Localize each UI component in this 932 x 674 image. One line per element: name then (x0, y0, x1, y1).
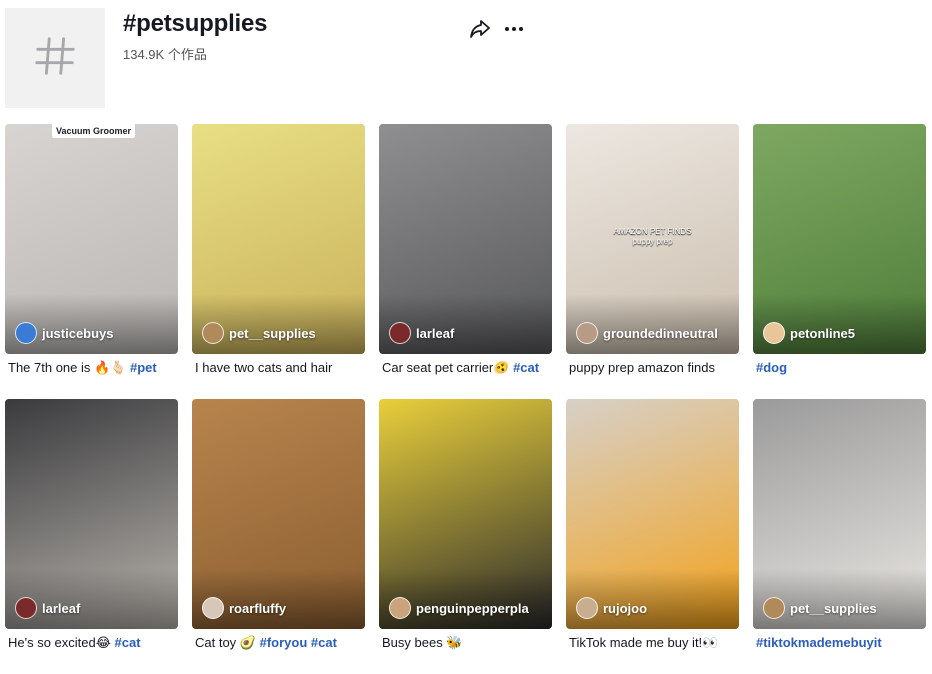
video-caption[interactable]: Car seat pet carrier🫨 #cat (382, 360, 552, 376)
video-thumbnail[interactable]: larleaf (5, 399, 178, 629)
video-card[interactable]: larleaf He's so excited😂 #cat (5, 399, 178, 674)
video-thumbnail[interactable]: roarfluffy (192, 399, 365, 629)
author-name: penguinpepperpla (416, 600, 529, 616)
video-card[interactable]: larleaf Car seat pet carrier🫨 #cat (379, 124, 552, 399)
author-name: groundedinneutral (603, 325, 718, 341)
caption-hashtag-link[interactable]: #pet (130, 360, 157, 375)
author-name: roarfluffy (229, 600, 287, 616)
caption-hashtag-link[interactable]: #cat (513, 360, 539, 375)
video-caption[interactable]: TikTok made me buy it!👀 (569, 635, 739, 651)
avatar (576, 597, 598, 619)
author-link[interactable]: pet__supplies (763, 597, 877, 619)
video-caption[interactable]: He's so excited😂 #cat (8, 635, 178, 651)
page-title: #petsupplies (123, 10, 268, 37)
more-options-button[interactable] (501, 16, 527, 42)
video-caption[interactable]: I have two cats and hair (195, 360, 365, 375)
avatar (15, 322, 37, 344)
author-link[interactable]: penguinpepperpla (389, 597, 529, 619)
video-thumbnail[interactable]: larleaf (379, 124, 552, 354)
caption-text: Car seat pet carrier🫨 (382, 360, 514, 375)
author-link[interactable]: justicebuys (15, 322, 114, 344)
caption-hashtag-link[interactable]: #cat (115, 635, 141, 650)
author-link[interactable]: rujojoo (576, 597, 647, 619)
avatar (202, 322, 224, 344)
post-count: 134.9K 个作品 (123, 47, 207, 62)
hashtag-icon (32, 33, 78, 84)
more-icon (501, 27, 527, 46)
video-card[interactable]: roarfluffy Cat toy 🥑 #foryou #cat (192, 399, 365, 674)
avatar (389, 597, 411, 619)
author-name: larleaf (42, 600, 81, 616)
avatar (202, 597, 224, 619)
video-card[interactable]: AMAZON PET FINDS puppy prep groundedinne… (566, 124, 739, 399)
tag-header: #petsupplies 134.9K 个作品 (5, 8, 925, 108)
video-thumbnail[interactable]: pet__supplies (192, 124, 365, 354)
avatar (389, 322, 411, 344)
video-thumbnail[interactable]: AMAZON PET FINDS puppy prep groundedinne… (566, 124, 739, 354)
video-thumbnail[interactable]: penguinpepperpla (379, 399, 552, 629)
video-card[interactable]: penguinpepperpla Busy bees 🐝 (379, 399, 552, 674)
caption-text: I have two cats and hair (195, 360, 333, 375)
video-thumbnail[interactable]: pet__supplies (753, 399, 926, 629)
share-icon (467, 20, 493, 46)
author-name: pet__supplies (229, 325, 316, 341)
author-name: larleaf (416, 325, 455, 341)
video-caption[interactable]: #tiktokmademebuyit (756, 635, 926, 650)
author-name: rujojoo (603, 600, 648, 616)
caption-hashtag-link[interactable]: #foryou #cat (260, 635, 337, 650)
video-card[interactable]: petonline5 #dog (753, 124, 926, 399)
caption-text: TikTok made me buy it!👀 (569, 635, 719, 650)
caption-text: Busy bees 🐝 (382, 635, 463, 650)
thumbnail-overlay-label: Vacuum Groomer (52, 124, 136, 138)
video-caption[interactable]: puppy prep amazon finds (569, 360, 739, 375)
video-thumbnail[interactable]: petonline5 (753, 124, 926, 354)
video-caption[interactable]: Busy bees 🐝 (382, 635, 552, 651)
video-card[interactable]: pet__supplies I have two cats and hair (192, 124, 365, 399)
caption-text: The 7th one is 🔥🫰🏻 (8, 360, 130, 375)
author-link[interactable]: roarfluffy (202, 597, 286, 619)
caption-hashtag-link[interactable]: #tiktokmademebuyit (756, 635, 882, 650)
video-grid: Vacuum Groomer justicebuys The 7th one i… (5, 124, 926, 674)
video-card[interactable]: pet__supplies #tiktokmademebuyit (753, 399, 926, 674)
share-button[interactable] (467, 16, 493, 42)
video-card[interactable]: rujojoo TikTok made me buy it!👀 (566, 399, 739, 674)
avatar (763, 597, 785, 619)
author-link[interactable]: larleaf (15, 597, 80, 619)
author-link[interactable]: groundedinneutral (576, 322, 718, 344)
caption-text: He's so excited😂 (8, 635, 115, 650)
thumbnail-overlay-text: AMAZON PET FINDS puppy prep (613, 227, 692, 246)
avatar (763, 322, 785, 344)
avatar (15, 597, 37, 619)
caption-text: puppy prep amazon finds (569, 360, 715, 375)
hashtag-avatar (5, 8, 105, 108)
author-name: petonline5 (790, 325, 856, 341)
author-link[interactable]: pet__supplies (202, 322, 316, 344)
author-name: pet__supplies (790, 600, 877, 616)
caption-text: Cat toy 🥑 (195, 635, 260, 650)
video-thumbnail[interactable]: Vacuum Groomer justicebuys (5, 124, 178, 354)
author-name: justicebuys (42, 325, 114, 341)
author-link[interactable]: larleaf (389, 322, 454, 344)
video-card[interactable]: Vacuum Groomer justicebuys The 7th one i… (5, 124, 178, 399)
caption-hashtag-link[interactable]: #dog (756, 360, 787, 375)
video-caption[interactable]: Cat toy 🥑 #foryou #cat (195, 635, 365, 651)
author-link[interactable]: petonline5 (763, 322, 855, 344)
video-thumbnail[interactable]: rujojoo (566, 399, 739, 629)
avatar (576, 322, 598, 344)
video-caption[interactable]: #dog (756, 360, 926, 375)
video-caption[interactable]: The 7th one is 🔥🫰🏻 #pet (8, 360, 178, 376)
